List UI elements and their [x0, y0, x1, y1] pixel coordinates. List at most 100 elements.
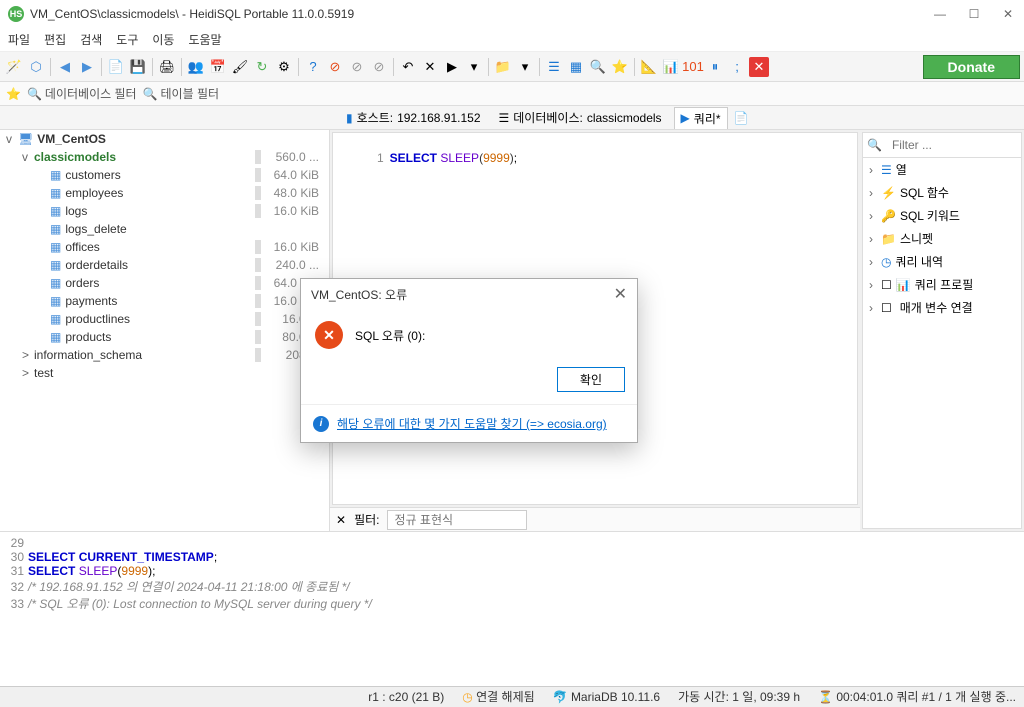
- window-controls: — ☐ ✕: [932, 7, 1016, 21]
- tab-database[interactable]: ☰ 데이터베이스: classicmodels: [493, 107, 668, 128]
- brush-icon[interactable]: 🖌: [230, 57, 250, 77]
- rp-label: 열: [896, 161, 907, 178]
- rp-item[interactable]: ›⚡SQL 함수: [863, 181, 1021, 204]
- table-icon: ▦: [50, 186, 61, 200]
- people-icon[interactable]: 👥: [186, 57, 206, 77]
- tree-row[interactable]: ▦productlines16.0 ...: [0, 310, 329, 328]
- tree-row[interactable]: ▦payments16.0 KiB: [0, 292, 329, 310]
- doc-icon[interactable]: 📄: [106, 57, 126, 77]
- dialog-message: SQL 오류 (0):: [355, 327, 425, 344]
- tree-size: 16.0 KiB: [263, 204, 323, 218]
- tab-host[interactable]: ▮ 호스트: 192.168.91.152: [340, 107, 487, 128]
- stop-icon[interactable]: ✕: [749, 57, 769, 77]
- log-area[interactable]: 2930SELECT CURRENT_TIMESTAMP;31SELECT SL…: [0, 531, 1024, 686]
- search-icon: 🔍: [867, 138, 882, 152]
- undo-icon[interactable]: ↶: [398, 57, 418, 77]
- rp-item[interactable]: ›☐📊쿼리 프로필: [863, 273, 1021, 296]
- sidebar-tree[interactable]: v🖥VM_CentOSvclassicmodels560.0 ...▦custo…: [0, 130, 330, 531]
- star-icon[interactable]: ⭐: [610, 57, 630, 77]
- tree-row[interactable]: ▦products80.0 ...: [0, 328, 329, 346]
- app-icon: HS: [8, 6, 24, 22]
- maximize-icon[interactable]: ☐: [966, 7, 982, 21]
- rp-item[interactable]: ›☐매개 변수 연결: [863, 296, 1021, 319]
- stop3-icon[interactable]: ⊘: [369, 57, 389, 77]
- play-icon[interactable]: ▶: [442, 57, 462, 77]
- close-filter-icon[interactable]: ✕: [336, 513, 346, 527]
- cancel-icon[interactable]: ✕: [420, 57, 440, 77]
- status-uptime: 가동 시간: 1 일, 09:39 h: [678, 688, 800, 705]
- filter-input[interactable]: [387, 510, 527, 530]
- tree-row[interactable]: ▦employees48.0 KiB: [0, 184, 329, 202]
- tabbar: ▮ 호스트: 192.168.91.152 ☰ 데이터베이스: classicm…: [0, 106, 1024, 130]
- minimize-icon[interactable]: —: [932, 7, 948, 21]
- forward-icon[interactable]: ▶: [77, 57, 97, 77]
- tree-size: 240.0 ...: [263, 258, 323, 272]
- tree-row[interactable]: ▦customers64.0 KiB: [0, 166, 329, 184]
- stop2-icon[interactable]: ⊘: [347, 57, 367, 77]
- cal-icon[interactable]: 📅: [208, 57, 228, 77]
- list-icon[interactable]: ☰: [544, 57, 564, 77]
- help-icon[interactable]: ?: [303, 57, 323, 77]
- grid-icon[interactable]: ▦: [566, 57, 586, 77]
- rp-item[interactable]: ›☰열: [863, 158, 1021, 181]
- rp-item[interactable]: ›📁스니펫: [863, 227, 1021, 250]
- tool-icon[interactable]: ⬡: [26, 57, 46, 77]
- tree-label: information_schema: [34, 348, 255, 362]
- ok-button[interactable]: 확인: [557, 367, 625, 392]
- status-server: 🐬 MariaDB 10.11.6: [553, 690, 660, 704]
- semicolon-icon[interactable]: ;: [727, 57, 747, 77]
- binary-icon[interactable]: 101: [683, 57, 703, 77]
- tree-row[interactable]: vclassicmodels560.0 ...: [0, 148, 329, 166]
- menu-search[interactable]: 검색: [80, 31, 102, 48]
- add-tab-icon[interactable]: 📄: [734, 111, 749, 125]
- print-icon[interactable]: 🖨: [157, 57, 177, 77]
- menu-go[interactable]: 이동: [152, 31, 174, 48]
- donate-button[interactable]: Donate: [923, 55, 1020, 79]
- zoom-icon[interactable]: 🔍: [588, 57, 608, 77]
- table-icon: ▦: [50, 240, 61, 254]
- star-filter-icon[interactable]: ⭐: [6, 87, 21, 101]
- dropdown2-icon[interactable]: ▾: [515, 57, 535, 77]
- tab-query[interactable]: ▶ 쿼리*: [674, 107, 728, 129]
- tree-row[interactable]: ▦logs16.0 KiB: [0, 202, 329, 220]
- db-filter[interactable]: 🔍 데이터베이스 필터: [27, 85, 137, 102]
- rp-item[interactable]: ›🔑SQL 키워드: [863, 204, 1021, 227]
- tree-row[interactable]: >information_schema208 ...: [0, 346, 329, 364]
- close-icon[interactable]: ✕: [1000, 7, 1016, 21]
- folder-icon[interactable]: 📁: [493, 57, 513, 77]
- refresh-icon[interactable]: ↻: [252, 57, 272, 77]
- dropdown-icon[interactable]: ▾: [464, 57, 484, 77]
- settings-icon[interactable]: ⚙: [274, 57, 294, 77]
- menu-file[interactable]: 파일: [8, 31, 30, 48]
- wand-icon[interactable]: 🪄: [4, 57, 24, 77]
- table-icon: ▦: [50, 168, 61, 182]
- tree-row[interactable]: v🖥VM_CentOS: [0, 130, 329, 148]
- save-icon[interactable]: 💾: [128, 57, 148, 77]
- tree-row[interactable]: ▦orders64.0 KiB: [0, 274, 329, 292]
- rp-label: SQL 키워드: [900, 207, 960, 224]
- stop1-icon[interactable]: ⊘: [325, 57, 345, 77]
- chart-icon[interactable]: 📊: [661, 57, 681, 77]
- menu-tools[interactable]: 도구: [116, 31, 138, 48]
- table-filter[interactable]: 🔍 테이블 필터: [143, 85, 220, 102]
- tree-row[interactable]: ▦orderdetails240.0 ...: [0, 256, 329, 274]
- tree-row[interactable]: ▦offices16.0 KiB: [0, 238, 329, 256]
- window-title: VM_CentOS\classicmodels\ - HeidiSQL Port…: [30, 7, 354, 21]
- titlebar: HS VM_CentOS\classicmodels\ - HeidiSQL P…: [0, 0, 1024, 28]
- dialog-titlebar[interactable]: VM_CentOS: 오류 ✕: [301, 279, 637, 309]
- menu-edit[interactable]: 편집: [44, 31, 66, 48]
- rp-filter-input[interactable]: [886, 135, 1017, 155]
- back-icon[interactable]: ◀: [55, 57, 75, 77]
- tree-row[interactable]: >test: [0, 364, 329, 382]
- dialog-close-icon[interactable]: ✕: [614, 284, 627, 304]
- help-link[interactable]: 해당 오류에 대한 몇 가지 도움말 찾기 (=> ecosia.org): [337, 415, 607, 432]
- ruler-icon[interactable]: 📐: [639, 57, 659, 77]
- pause-icon[interactable]: ⏸: [705, 57, 725, 77]
- rp-item[interactable]: ›◷쿼리 내역: [863, 250, 1021, 273]
- tree-label: payments: [65, 294, 255, 308]
- statusbar: r1 : c20 (21 B) ◷ 연결 해제됨 🐬 MariaDB 10.11…: [0, 686, 1024, 706]
- menu-help[interactable]: 도움말: [188, 31, 221, 48]
- menubar: 파일 편집 검색 도구 이동 도움말: [0, 28, 1024, 52]
- status-cursor: r1 : c20 (21 B): [368, 690, 444, 704]
- tree-row[interactable]: ▦logs_delete: [0, 220, 329, 238]
